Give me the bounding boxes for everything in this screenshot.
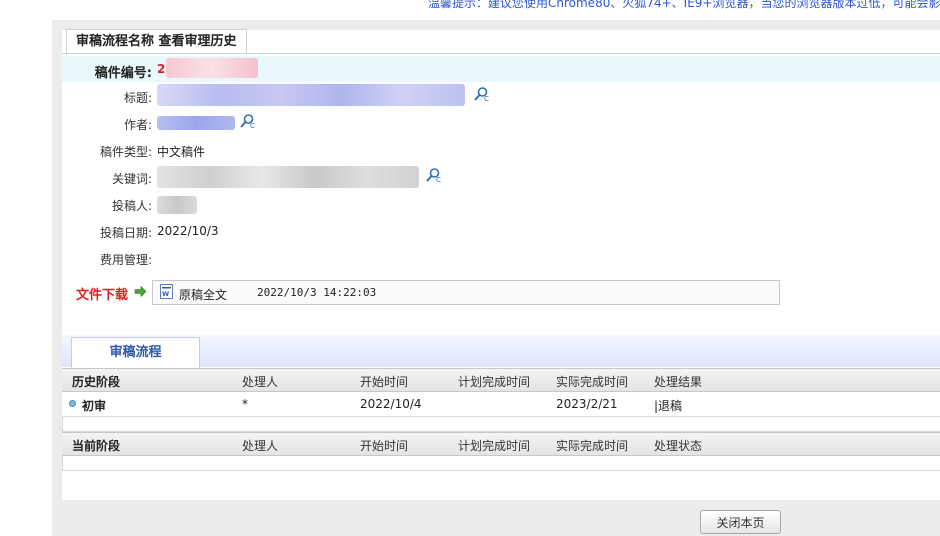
download-label: 文件下载 bbox=[76, 288, 129, 303]
browser-notice: 温馨提示：建议您使用Chrome80、火狐74+、IE9+浏览器，当您的浏览器版… bbox=[428, 0, 940, 10]
redacted-author bbox=[157, 116, 235, 130]
title-search-icon[interactable]: C bbox=[473, 86, 489, 102]
stage-dot-icon bbox=[69, 400, 76, 407]
history-empty-row bbox=[62, 417, 940, 432]
download-file-link[interactable]: 原稿全文 bbox=[179, 286, 227, 303]
history-handler: * bbox=[242, 397, 248, 411]
svg-text:C: C bbox=[436, 176, 441, 183]
history-result: |退稿 bbox=[654, 399, 683, 413]
current-table-header: 当前阶段 处理人 开始时间 计划完成时间 实际完成时间 处理状态 bbox=[62, 432, 940, 456]
redacted-title bbox=[157, 84, 465, 106]
current-empty-row bbox=[62, 456, 940, 471]
keywords-search-icon[interactable]: C bbox=[425, 167, 441, 183]
fee-label: 费用管理: bbox=[99, 253, 152, 267]
redacted-submitter bbox=[157, 196, 197, 214]
download-file-date: 2022/10/3 14:22:03 bbox=[257, 286, 377, 299]
download-box: W 原稿全文 2022/10/3 14:22:03 bbox=[152, 280, 780, 305]
type-value: 中文稿件 bbox=[157, 145, 206, 159]
title-divider bbox=[62, 53, 940, 54]
submitter-label: 投稿人: bbox=[111, 199, 152, 213]
current-col-status: 处理状态 bbox=[654, 439, 703, 453]
svg-text:W: W bbox=[162, 290, 169, 298]
word-doc-icon[interactable]: W bbox=[160, 284, 173, 299]
svg-text:C: C bbox=[484, 95, 489, 102]
manuscript-id-value: 2 bbox=[157, 62, 166, 76]
history-col-stage: 历史阶段 bbox=[72, 375, 121, 389]
manuscript-id-label: 稿件编号: bbox=[94, 66, 152, 81]
history-col-start: 开始时间 bbox=[360, 375, 409, 389]
history-actual: 2023/2/21 bbox=[556, 397, 618, 411]
history-col-handler: 处理人 bbox=[242, 375, 279, 389]
author-label: 作者: bbox=[123, 118, 152, 132]
history-table-header: 历史阶段 处理人 开始时间 计划完成时间 实际完成时间 处理结果 bbox=[62, 368, 940, 392]
date-label: 投稿日期: bbox=[99, 226, 152, 240]
keywords-label: 关键词: bbox=[111, 172, 152, 186]
right-arrow-icon bbox=[134, 285, 147, 298]
current-col-planned: 计划完成时间 bbox=[458, 439, 531, 453]
author-search-icon[interactable]: C bbox=[239, 113, 255, 129]
current-col-start: 开始时间 bbox=[360, 439, 409, 453]
current-col-actual: 实际完成时间 bbox=[556, 439, 629, 453]
close-page-button[interactable]: 关闭本页 bbox=[700, 510, 781, 534]
tab-review-process[interactable]: 审稿流程 bbox=[71, 337, 200, 368]
history-col-planned: 计划完成时间 bbox=[458, 375, 531, 389]
svg-text:C: C bbox=[250, 122, 255, 129]
redacted-id bbox=[166, 58, 258, 78]
current-col-stage: 当前阶段 bbox=[72, 439, 121, 453]
history-row: 初审 * 2022/10/4 2023/2/21 |退稿 bbox=[62, 392, 940, 417]
redacted-keywords bbox=[157, 166, 419, 188]
type-label: 稿件类型: bbox=[99, 145, 152, 159]
history-start: 2022/10/4 bbox=[360, 397, 422, 411]
date-value: 2022/10/3 bbox=[157, 224, 219, 238]
history-col-actual: 实际完成时间 bbox=[556, 375, 629, 389]
current-col-handler: 处理人 bbox=[242, 439, 279, 453]
history-col-result: 处理结果 bbox=[654, 375, 703, 389]
page-title: 审稿流程名称 查看审理历史 bbox=[66, 29, 247, 54]
history-stage: 初审 bbox=[82, 399, 107, 413]
title-label: 标题: bbox=[123, 91, 152, 105]
